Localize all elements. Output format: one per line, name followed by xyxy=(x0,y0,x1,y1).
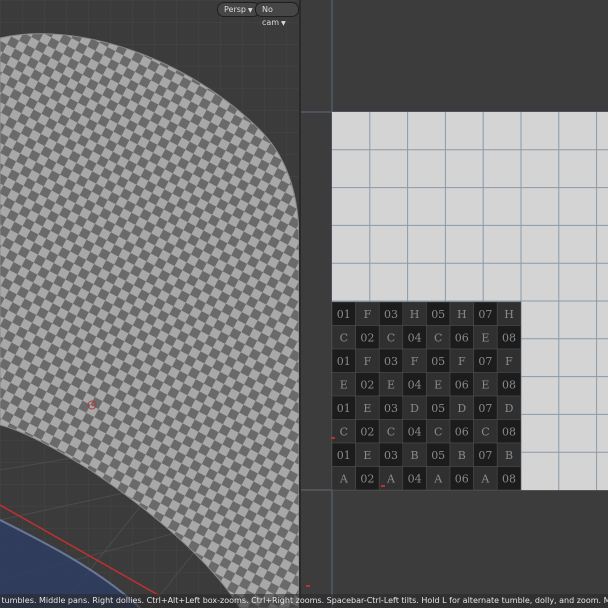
camera-mode-dropdown[interactable]: Persp ▼ xyxy=(217,2,260,17)
uv-island[interactable]: 01 F 03 H 05 H 07 H C 02 C 04 C 06 E 08 01 F 03 F 05 F 07 F E 02 E… xyxy=(331,301,522,491)
uv-cell-label: A xyxy=(480,472,490,485)
uv-cell-label: 01 xyxy=(337,308,351,321)
uv-cell-label: D xyxy=(457,402,466,415)
uv-cell-label: 04 xyxy=(408,425,422,438)
uv-cell-label: 05 xyxy=(431,402,445,415)
camera-select-dropdown[interactable]: No cam ▼ xyxy=(255,2,299,27)
uv-cell-label: H xyxy=(457,308,467,321)
uv-cell-label: 05 xyxy=(431,449,445,462)
uv-cell-label: 03 xyxy=(384,355,398,368)
uv-cell-label: D xyxy=(505,402,514,415)
uv-cell-label: H xyxy=(410,308,420,321)
uv-cell-label: 05 xyxy=(431,355,445,368)
uv-cell-label: 08 xyxy=(502,331,516,344)
app-root: Persp ▼ No cam ▼ 01 F 03 H 05 H 07 H C 02 C 04 C 06 E 08 0… xyxy=(0,0,608,608)
uv-cell-label: C xyxy=(434,331,442,344)
uv-cell-label: B xyxy=(505,449,513,462)
status-bar: e tumbles. Middle pans. Right dollies. C… xyxy=(0,594,608,608)
status-hint-text: e tumbles. Middle pans. Right dollies. C… xyxy=(0,596,608,605)
uv-cell-label: C xyxy=(434,425,442,438)
uv-cell-label: C xyxy=(481,425,489,438)
uv-cell-label: C xyxy=(387,425,395,438)
uv-cell-label: 03 xyxy=(384,308,398,321)
uv-cell-label: 06 xyxy=(455,425,469,438)
uv-cell-label: C xyxy=(340,331,348,344)
uv-cell-label: F xyxy=(505,355,513,368)
uv-cell-label: A xyxy=(339,472,349,485)
chevron-down-icon: ▼ xyxy=(281,20,286,27)
uv-cell-label: 01 xyxy=(337,355,351,368)
uv-cell-label: E xyxy=(340,378,348,391)
perspective-viewport[interactable]: Persp ▼ No cam ▼ xyxy=(0,0,299,608)
uv-cell-label: E xyxy=(363,449,371,462)
uv-cell-label: 07 xyxy=(478,308,492,321)
uv-cell-label: 03 xyxy=(384,449,398,462)
uv-cell-label: 04 xyxy=(408,331,422,344)
uv-cell-label: 06 xyxy=(455,331,469,344)
uv-viewport[interactable]: 01 F 03 H 05 H 07 H C 02 C 04 C 06 E 08 01 F 03 F 05 F 07 F E 02 E… xyxy=(301,0,608,608)
uv-cell-label: E xyxy=(481,378,489,391)
uv-cell-label: F xyxy=(364,355,372,368)
uv-cell-label: 04 xyxy=(408,378,422,391)
uv-cell-label: 01 xyxy=(337,449,351,462)
uv-cell-label: 02 xyxy=(360,425,374,438)
uv-cell-label: 04 xyxy=(408,472,422,485)
uv-cell-label: D xyxy=(410,402,419,415)
camera-select-label: No cam xyxy=(262,5,280,27)
uv-cell-label: 02 xyxy=(360,331,374,344)
uv-cell-label: 02 xyxy=(360,378,374,391)
uv-cell-label: A xyxy=(433,472,443,485)
uv-cell-label: E xyxy=(363,402,371,415)
uv-cell-label: 08 xyxy=(502,472,516,485)
uv-cell-label: 01 xyxy=(337,402,351,415)
uv-cell-label: E xyxy=(481,331,489,344)
chevron-down-icon: ▼ xyxy=(248,7,253,14)
uv-cell-label: 05 xyxy=(431,308,445,321)
uv-cell-label: 07 xyxy=(478,402,492,415)
uv-cell-label: 07 xyxy=(478,355,492,368)
uv-cell-label: 06 xyxy=(455,472,469,485)
camera-mode-label: Persp xyxy=(224,5,246,14)
uv-cell-label: H xyxy=(504,308,514,321)
uv-cell-label: E xyxy=(387,378,395,391)
uv-cell-label: B xyxy=(411,449,419,462)
uv-cell-label: 06 xyxy=(455,378,469,391)
uv-cell-label: E xyxy=(434,378,442,391)
uv-cell-label: A xyxy=(386,472,396,485)
uv-cell-label: 08 xyxy=(502,425,516,438)
uv-cell-label: F xyxy=(411,355,419,368)
uv-cell-label: 03 xyxy=(384,402,398,415)
uv-cell-label: B xyxy=(458,449,466,462)
viewport-canvas[interactable] xyxy=(0,0,299,608)
uv-cell-label: C xyxy=(387,331,395,344)
uv-cell-label: 02 xyxy=(360,472,374,485)
uv-cell-label: 08 xyxy=(502,378,516,391)
uv-canvas[interactable]: 01 F 03 H 05 H 07 H C 02 C 04 C 06 E 08 01 F 03 F 05 F 07 F E 02 E… xyxy=(301,0,608,608)
uv-cell-label: F xyxy=(364,308,372,321)
uv-cell-label: 07 xyxy=(478,449,492,462)
uv-cell-label: C xyxy=(340,425,348,438)
uv-cell-label: F xyxy=(458,355,466,368)
